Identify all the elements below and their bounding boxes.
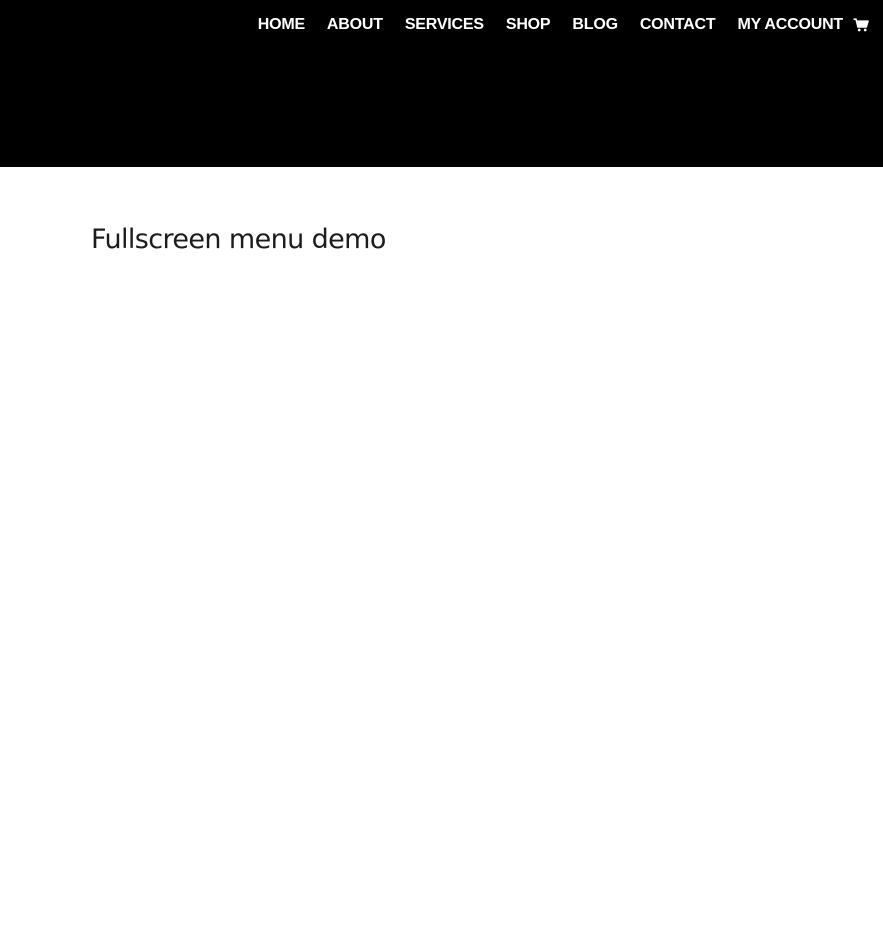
nav-item-services[interactable]: SERVICES	[405, 14, 484, 36]
site-header: HOME ABOUT SERVICES SHOP BLOG CONTACT MY…	[0, 0, 883, 167]
main-content: Fullscreen menu demo	[91, 222, 386, 258]
cart-icon[interactable]	[853, 14, 869, 36]
nav-item-about[interactable]: ABOUT	[327, 14, 383, 36]
main-navigation: HOME ABOUT SERVICES SHOP BLOG CONTACT MY…	[258, 14, 869, 36]
nav-item-contact[interactable]: CONTACT	[640, 14, 716, 36]
nav-item-shop[interactable]: SHOP	[506, 14, 551, 36]
nav-item-my-account[interactable]: MY ACCOUNT	[737, 14, 843, 36]
nav-item-blog[interactable]: BLOG	[572, 14, 618, 36]
nav-item-home[interactable]: HOME	[258, 14, 305, 36]
page-title: Fullscreen menu demo	[91, 224, 386, 255]
